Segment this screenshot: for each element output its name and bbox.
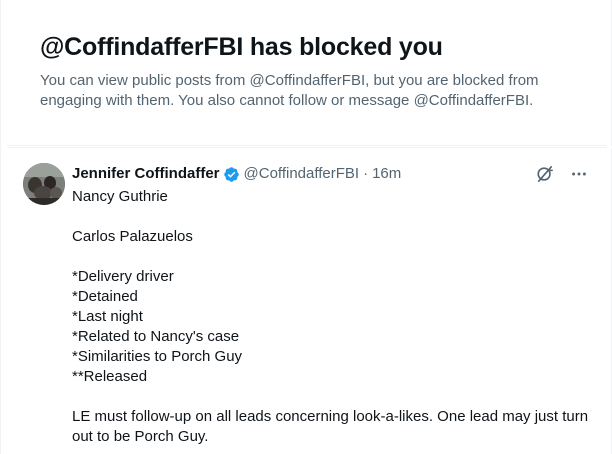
tweet-line: *Last night: [72, 308, 143, 325]
grok-icon[interactable]: [535, 164, 555, 184]
tweet-line: Carlos Palazuelos: [72, 228, 193, 245]
avatar-image: [23, 163, 65, 205]
page-frame: @CoffindafferFBI has blocked you You can…: [0, 0, 612, 454]
verified-badge-icon[interactable]: [223, 166, 240, 183]
more-icon[interactable]: [569, 164, 589, 184]
blocked-title: @CoffindafferFBI has blocked you: [40, 33, 443, 61]
tweet[interactable]: Jennifer Coffindaffer @CoffindafferFBI ·…: [7, 147, 607, 454]
tweet-text: Nancy Guthrie Carlos Palazuelos *Deliver…: [72, 187, 592, 447]
timestamp[interactable]: 16m: [372, 164, 401, 184]
tweet-actions: [535, 164, 589, 184]
tweet-header: Jennifer Coffindaffer @CoffindafferFBI ·…: [72, 164, 401, 184]
tweet-line: *Detained: [72, 288, 138, 305]
tweet-line: *Related to Nancy's case: [72, 328, 240, 345]
author-name[interactable]: Jennifer Coffindaffer: [72, 164, 220, 184]
avatar[interactable]: [23, 163, 65, 205]
blocked-description: You can view public posts from @Coffinda…: [40, 72, 539, 109]
tweet-line: *Similarities to Porch Guy: [72, 348, 243, 365]
author-handle[interactable]: @CoffindafferFBI: [244, 164, 360, 184]
tweet-line: Nancy Guthrie: [72, 188, 168, 205]
separator-dot: ·: [363, 165, 369, 182]
tweet-line: **Released: [72, 368, 148, 385]
blocked-notice: @CoffindafferFBI has blocked you You can…: [7, 0, 607, 146]
tweet-line: *Delivery driver: [72, 268, 174, 285]
tweet-line: LE must follow-up on all leads concernin…: [72, 408, 589, 445]
